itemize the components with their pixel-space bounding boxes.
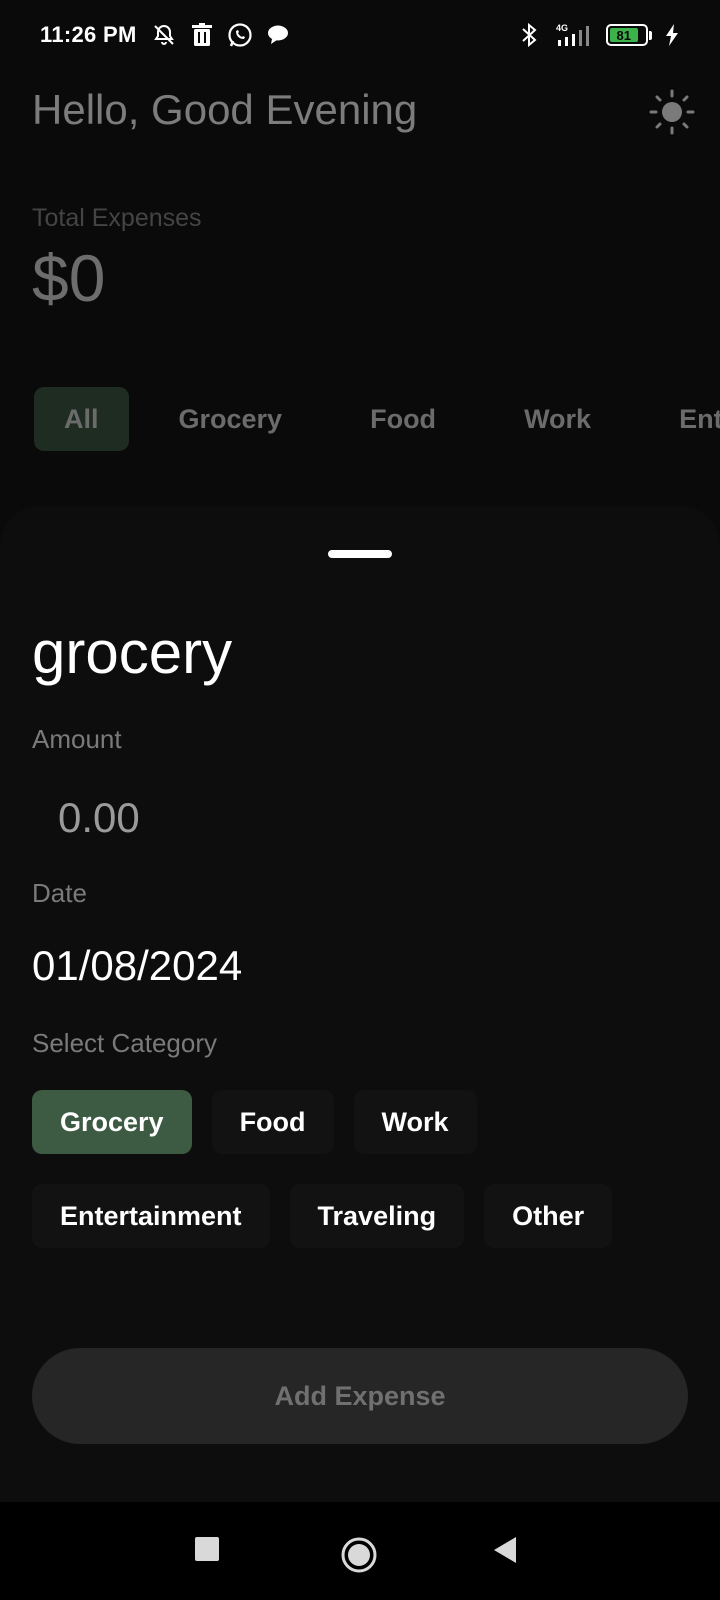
system-nav-bar [0,1502,720,1600]
greeting: Hello, Good Evening [32,86,418,133]
charging-icon [664,22,680,48]
home-button[interactable] [340,1536,378,1574]
status-icons-left [151,22,291,48]
signal-icon: 4G [554,22,594,48]
drag-handle[interactable] [328,550,392,558]
status-time: 11:26 PM [40,22,137,47]
battery-level: 81 [610,28,638,43]
notifications-off-icon [151,22,177,48]
amount-label: Amount [32,724,122,754]
status-bar: 11:26 PM 4G 81 [0,0,720,70]
network-type: 4G [556,23,568,33]
sun-icon [649,89,695,135]
filter-tab-work[interactable]: Work [480,387,635,451]
category-chips-row-2: Entertainment Traveling Other [32,1184,613,1248]
filter-tab-grocery[interactable]: Grocery [135,387,327,451]
amount-input[interactable] [40,788,680,848]
bluetooth-icon [516,22,542,48]
recents-button[interactable] [194,1536,220,1562]
theme-toggle-button[interactable] [648,88,696,136]
total-expenses-value: $0 [32,241,106,315]
total-expenses-label: Total Expenses [32,204,202,232]
trash-icon [189,22,215,48]
add-expense-sheet: grocery Amount Date 01/08/2024 Select Ca… [0,506,720,1502]
back-triangle-icon [494,1537,516,1563]
category-chip-food[interactable]: Food [211,1090,334,1154]
category-chip-traveling[interactable]: Traveling [289,1184,465,1248]
battery-icon: 81 [606,24,652,46]
date-label: Date [32,878,87,908]
recents-square-icon [195,1537,219,1561]
screen: 11:26 PM 4G 81 Hello, Good Evening Total… [0,0,720,1600]
whatsapp-icon [227,22,253,48]
chat-bubble-icon [265,22,291,48]
back-button[interactable] [492,1536,518,1564]
category-chip-grocery[interactable]: Grocery [32,1090,192,1154]
add-expense-button[interactable]: Add Expense [32,1348,688,1444]
category-label: Select Category [32,1028,217,1058]
category-chips-row-1: Grocery Food Work [32,1090,477,1154]
home-circle-icon [341,1537,377,1573]
filter-tab-food[interactable]: Food [326,387,480,451]
category-chip-work[interactable]: Work [353,1090,477,1154]
status-icons-right: 4G 81 [516,22,680,48]
date-field[interactable]: 01/08/2024 [32,942,242,990]
sheet-title: grocery [32,619,233,686]
filter-tabs: All Grocery Food Work Entertainment [34,387,720,451]
category-chip-entertainment[interactable]: Entertainment [32,1184,270,1248]
category-chip-other[interactable]: Other [484,1184,613,1248]
filter-tab-entertainment[interactable]: Entertainment [635,387,720,451]
filter-tab-all[interactable]: All [34,387,129,451]
